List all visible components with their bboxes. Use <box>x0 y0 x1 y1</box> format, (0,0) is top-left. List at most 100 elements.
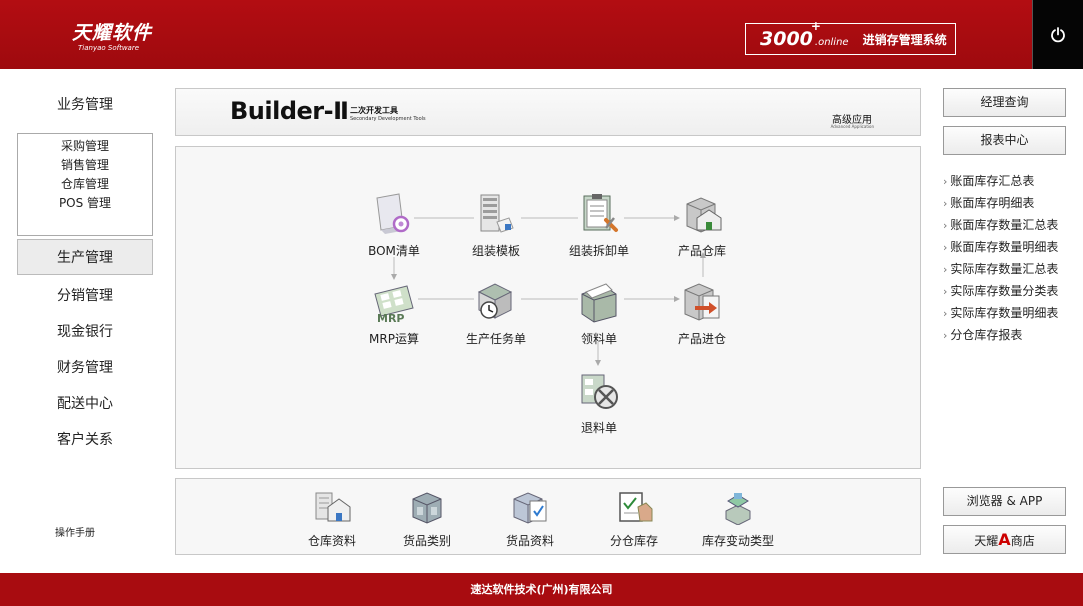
basic-label: 库存变动类型 <box>701 534 774 548</box>
chevron-right-icon: › <box>943 263 948 276</box>
nav-item-delivery[interactable]: 配送中心 <box>17 386 153 422</box>
node-label: MRP运算 <box>369 332 419 346</box>
report-link[interactable]: › 实际库存数量汇总表 <box>943 260 1078 282</box>
basic-stock-change-type[interactable]: 库存变动类型 <box>690 489 786 549</box>
flow-connector-lines <box>391 215 706 366</box>
nav-item-customer[interactable]: 客户关系 <box>17 422 153 458</box>
manager-query-button[interactable]: 经理查询 <box>943 88 1066 117</box>
submenu-pos[interactable]: POS 管理 <box>18 194 152 213</box>
nav-title-business[interactable]: 业务管理 <box>17 86 153 124</box>
product-suffix: .online <box>814 36 849 48</box>
app-window: 天耀软件 Tianyao Software 3000 + .online 进销存管… <box>0 0 1083 606</box>
banner-subtitle-en: Secondary Development Tools <box>350 116 426 122</box>
chevron-right-icon: › <box>943 175 948 188</box>
chevron-right-icon: › <box>943 329 948 342</box>
nav-item-production[interactable]: 生产管理 <box>17 239 153 275</box>
business-submenu: 采购管理 销售管理 仓库管理 POS 管理 <box>17 133 153 236</box>
power-icon <box>1051 26 1065 42</box>
chevron-right-icon: › <box>943 219 948 232</box>
submenu-sales[interactable]: 销售管理 <box>18 156 152 175</box>
production-task-icon <box>477 283 513 319</box>
store-prefix: 天耀 <box>974 534 999 548</box>
report-center-button[interactable]: 报表中心 <box>943 126 1066 155</box>
nav-item-cash-bank[interactable]: 现金银行 <box>17 314 153 350</box>
advanced-app-en: Advanced Application <box>830 124 874 129</box>
node-product-warehouse[interactable]: 产品仓库 <box>654 192 750 259</box>
chevron-right-icon: › <box>943 241 948 254</box>
nav-item-finance[interactable]: 财务管理 <box>17 350 153 386</box>
node-label: 组装拆卸单 <box>568 244 629 258</box>
nav-item-distribution[interactable]: 分销管理 <box>17 278 153 314</box>
report-link[interactable]: › 账面库存数量汇总表 <box>943 216 1078 238</box>
goods-category-icon <box>412 492 442 524</box>
power-button[interactable] <box>1032 0 1083 69</box>
basic-label: 货品类别 <box>402 534 451 548</box>
report-link[interactable]: › 实际库存数量分类表 <box>943 282 1078 304</box>
assembly-disassembly-icon <box>583 194 618 232</box>
report-link[interactable]: › 分仓库存报表 <box>943 326 1078 348</box>
node-product-inbound[interactable]: 产品进仓 <box>654 280 750 347</box>
builder-banner: Builder-Ⅱ 二次开发工具 Secondary Development T… <box>175 88 921 136</box>
manual-link[interactable]: 操作手册 <box>55 524 95 539</box>
basic-warehouse-data[interactable]: 仓库资料 <box>284 489 380 549</box>
basic-label: 仓库资料 <box>307 534 356 548</box>
chevron-right-icon: › <box>943 307 948 320</box>
submenu-purchase[interactable]: 采购管理 <box>18 137 152 156</box>
report-list: › 账面库存汇总表 › 账面库存明细表 › 账面库存数量汇总表 › 账面库存数量明细表 … <box>943 172 1078 348</box>
svg-text:MRP: MRP <box>377 312 404 324</box>
report-link[interactable]: › 账面库存明细表 <box>943 194 1078 216</box>
footer-company: 速达软件技术(广州)有限公司 <box>470 583 613 596</box>
chevron-right-icon: › <box>943 285 948 298</box>
node-assembly-template[interactable]: 组装模板 <box>448 192 544 259</box>
node-label: 组装模板 <box>471 244 520 258</box>
product-name: 进销存管理系统 <box>862 32 947 47</box>
report-link[interactable]: › 账面库存汇总表 <box>943 172 1078 194</box>
product-name-box: 3000 + .online 进销存管理系统 <box>745 19 956 55</box>
basic-branch-stock[interactable]: 分仓库存 <box>586 489 682 549</box>
node-label: 领料单 <box>580 332 617 346</box>
node-material-return[interactable]: 退料单 <box>551 369 647 436</box>
node-material-requisition[interactable]: 领料单 <box>551 280 647 347</box>
node-production-task[interactable]: 生产任务单 <box>448 280 544 347</box>
product-number: 3000 + <box>760 19 821 50</box>
footer-bar: 速达软件技术(广州)有限公司 <box>0 573 1083 606</box>
mrp-icon: MRP <box>374 285 414 325</box>
warehouse-data-icon <box>315 492 351 522</box>
browser-app-button[interactable]: 浏览器 & APP <box>943 487 1066 516</box>
chevron-right-icon: › <box>943 197 948 210</box>
basic-label: 货品资料 <box>505 534 554 548</box>
company-logo: 天耀软件 Tianyao Software <box>72 18 152 52</box>
branch-stock-icon <box>619 492 653 522</box>
node-label: 退料单 <box>580 421 617 435</box>
node-label: 产品进仓 <box>677 332 726 346</box>
product-plus: + <box>810 19 821 33</box>
node-label: BOM清单 <box>368 244 420 258</box>
node-label: 生产任务单 <box>465 332 526 346</box>
material-requisition-icon <box>581 283 617 323</box>
node-bom[interactable]: BOM清单 <box>346 192 442 259</box>
node-label: 产品仓库 <box>677 244 726 258</box>
material-return-icon <box>581 374 618 409</box>
production-flow-panel: BOM清单 组装模板 组装拆卸单 产品仓库 MRP MRP运算 生产任务单 领料… <box>175 146 921 469</box>
report-link[interactable]: › 实际库存数量明细表 <box>943 304 1078 326</box>
node-mrp[interactable]: MRP MRP运算 <box>346 280 442 347</box>
basic-data-panel: 仓库资料 货品类别 货品资料 分仓库存 库存变动类型 <box>175 478 921 555</box>
bom-icon <box>376 193 410 234</box>
basic-goods-data[interactable]: 货品资料 <box>482 489 578 549</box>
banner-subtitle-cn: 二次开发工具 <box>350 106 398 115</box>
stock-change-type-icon <box>725 493 751 526</box>
basic-goods-category[interactable]: 货品类别 <box>379 489 475 549</box>
node-assembly-disassembly[interactable]: 组装拆卸单 <box>551 192 647 259</box>
submenu-warehouse[interactable]: 仓库管理 <box>18 175 152 194</box>
assembly-template-icon <box>480 194 514 233</box>
product-inbound-icon <box>684 283 720 321</box>
logo-en: Tianyao Software <box>78 44 140 52</box>
header-bar: 天耀软件 Tianyao Software 3000 + .online 进销存管… <box>0 0 1083 69</box>
store-suffix: 商店 <box>1010 534 1035 548</box>
report-link[interactable]: › 账面库存数量明细表 <box>943 238 1078 260</box>
tianyao-store-button[interactable]: 天耀A商店 <box>943 525 1066 554</box>
store-a-icon: A <box>998 530 1011 549</box>
left-nav: 业务管理 采购管理 销售管理 仓库管理 POS 管理 生产管理 分销管理 现金银… <box>17 86 153 458</box>
goods-data-icon <box>513 492 547 524</box>
product-warehouse-icon <box>686 197 722 233</box>
